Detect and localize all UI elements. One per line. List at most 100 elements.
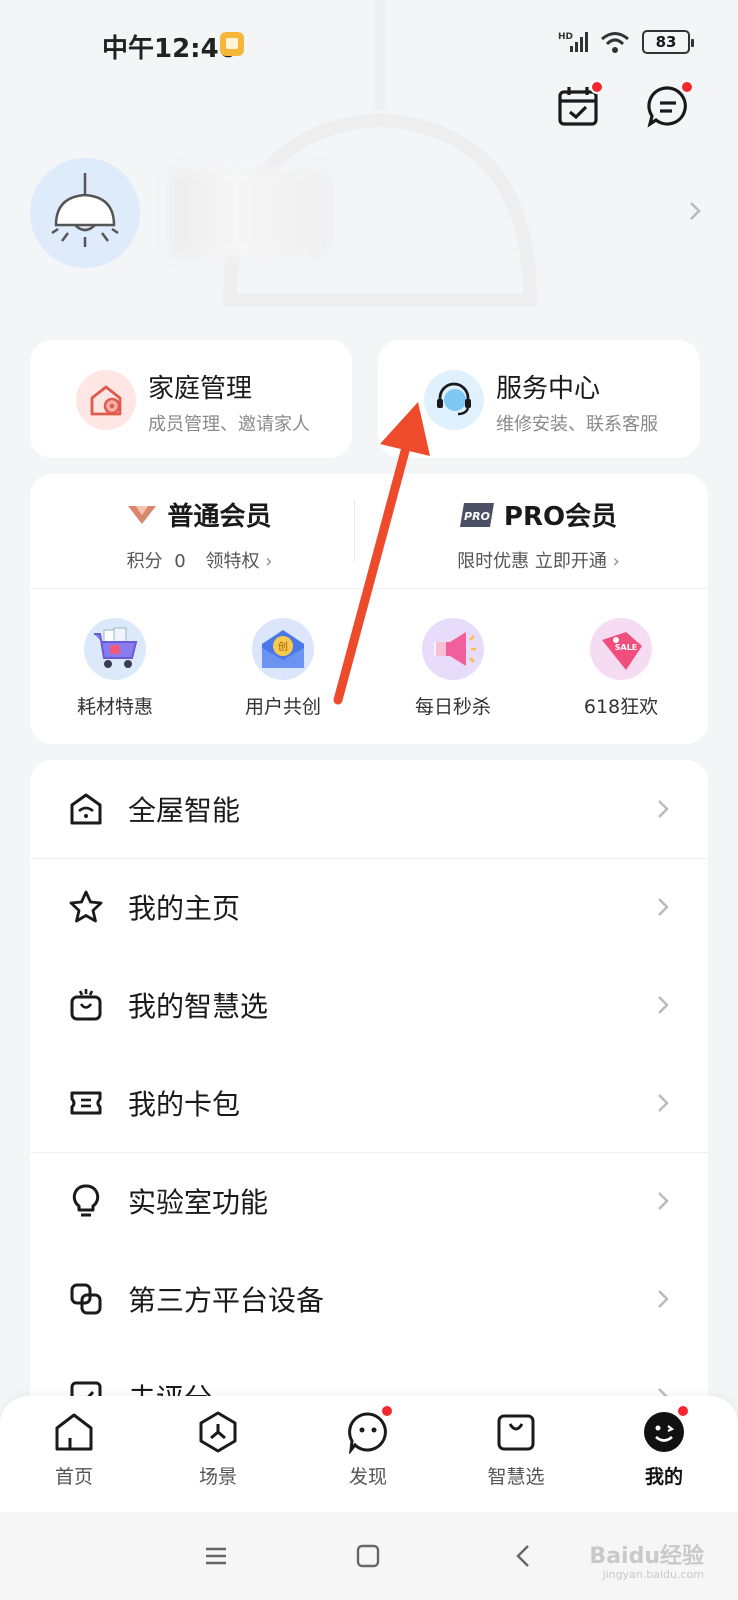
user-name-blurred: [170, 168, 330, 258]
perk-consumables-label: 耗材特惠: [76, 696, 153, 718]
chevron-right-icon: ›: [265, 551, 273, 572]
status-bar: 中午12:46 HD 83: [0, 0, 738, 86]
service-center-card[interactable]: 服务中心 维修安装、联系客服: [378, 340, 700, 458]
chevron-right-icon: ›: [612, 551, 620, 572]
tab-scenes[interactable]: 场景: [144, 1410, 292, 1489]
tab-scenes-label: 场景: [198, 1466, 237, 1488]
chevron-right-icon: [658, 1290, 669, 1308]
perk-consumables[interactable]: 耗材特惠: [30, 618, 200, 719]
battery-indicator: 83: [642, 30, 694, 54]
perk-flash-sale[interactable]: 每日秒杀: [368, 618, 538, 719]
headset-icon: [424, 370, 484, 430]
perk-co-creation-label: 用户共创: [244, 696, 321, 718]
tab-discover-label: 发现: [348, 1466, 387, 1488]
network-label: HD: [558, 32, 573, 42]
chevron-right-icon: [658, 996, 669, 1014]
avatar[interactable]: [30, 158, 140, 268]
menu-label: 我的智慧选: [128, 990, 269, 1023]
signal-icon: HD: [558, 32, 588, 52]
membership-separator: [30, 588, 708, 589]
pro-badge-text: PRO: [464, 510, 490, 523]
message-notification-dot: [680, 80, 694, 94]
membership-card: 普通会员 积分 0 领特权 › PRO PRO会员 限时优惠 立即开通 › 耗材…: [30, 474, 708, 744]
sale-tag-icon: SALE: [590, 618, 652, 680]
privilege-link[interactable]: 领特权: [205, 551, 259, 572]
pro-promo-link[interactable]: 限时优惠 立即开通: [457, 551, 607, 572]
tab-home[interactable]: 首页: [0, 1410, 148, 1489]
menu-item-whole-home[interactable]: 全屋智能: [30, 760, 708, 858]
menu-label: 全屋智能: [128, 794, 241, 827]
regular-member-title: 普通会员: [167, 502, 272, 532]
member-crown-icon: [128, 505, 157, 524]
pro-member-info: 限时优惠 立即开通 ›: [369, 547, 708, 573]
menu-item-homepage[interactable]: 我的主页: [30, 858, 708, 956]
service-center-title: 服务中心: [496, 374, 601, 404]
tab-smart-select[interactable]: 智慧选: [442, 1410, 590, 1489]
pro-membership[interactable]: PRO PRO会员 限时优惠 立即开通 ›: [369, 496, 708, 573]
membership-divider: [354, 500, 355, 562]
menu-label: 第三方平台设备: [128, 1284, 325, 1317]
menu-item-lab-features[interactable]: 实验室功能: [30, 1152, 708, 1250]
home-button-icon[interactable]: [354, 1542, 382, 1570]
menu-label: 我的卡包: [128, 1088, 241, 1121]
tab-profile-label: 我的: [644, 1466, 683, 1488]
menu-item-card-wallet[interactable]: 我的卡包: [30, 1054, 708, 1152]
family-management-card[interactable]: 家庭管理 成员管理、邀请家人: [30, 340, 352, 458]
perk-618-festival[interactable]: SALE 618狂欢: [536, 618, 706, 719]
messages-button[interactable]: [646, 80, 694, 128]
perk-co-creation[interactable]: 创 用户共创: [198, 618, 368, 719]
calendar-button[interactable]: [556, 80, 604, 128]
megaphone-icon: [422, 618, 484, 680]
ticket-icon: [70, 1091, 102, 1115]
pro-member-title: PRO会员: [503, 502, 618, 532]
profile-header[interactable]: [30, 158, 708, 268]
family-management-subtitle: 成员管理、邀请家人: [148, 414, 310, 435]
sale-badge: SALE: [615, 643, 638, 652]
lightbulb-icon: [72, 1184, 100, 1217]
perk-618-festival-label: 618狂欢: [583, 696, 659, 718]
watermark-url: jingyan.baidu.com: [602, 1568, 704, 1581]
star-icon: [69, 890, 103, 923]
chevron-right-icon: [658, 898, 669, 916]
menu-item-third-party[interactable]: 第三方平台设备: [30, 1250, 708, 1348]
calendar-notification-dot: [590, 80, 604, 94]
service-center-subtitle: 维修安装、联系客服: [496, 414, 658, 435]
envelope-icon: 创: [252, 618, 314, 680]
chevron-right-icon: [690, 202, 701, 220]
perk-flash-sale-label: 每日秒杀: [414, 696, 491, 718]
shopping-bag-icon: [70, 989, 102, 1021]
system-navigation-bar: Baidu经验 jingyan.baidu.com: [0, 1512, 738, 1600]
notification-app-icon: [220, 32, 244, 56]
co-creation-badge: 创: [278, 640, 288, 653]
bottom-tab-bar: 首页 场景 发现 智慧选 我的: [0, 1396, 738, 1512]
family-management-title: 家庭管理: [148, 374, 253, 404]
regular-membership[interactable]: 普通会员 积分 0 领特权 ›: [30, 496, 369, 573]
tab-discover[interactable]: 发现: [294, 1404, 442, 1489]
menu-icon[interactable]: [202, 1542, 230, 1570]
discover-notification-dot: [380, 1404, 394, 1418]
home-icon: [55, 1413, 93, 1451]
wifi-icon: [601, 32, 629, 53]
link-icon: [70, 1283, 102, 1315]
back-icon[interactable]: [510, 1542, 538, 1570]
points-value: 0: [174, 551, 186, 572]
menu-item-smart-select[interactable]: 我的智慧选: [30, 956, 708, 1054]
profile-notification-dot: [676, 1404, 690, 1418]
watermark: Baidu经验: [589, 1544, 704, 1569]
smart-home-icon: [70, 793, 102, 825]
shop-icon: [497, 1414, 535, 1451]
tab-profile[interactable]: 我的: [590, 1404, 738, 1489]
status-time: 中午12:46: [102, 34, 237, 64]
menu-label: 实验室功能: [128, 1186, 269, 1219]
tab-home-label: 首页: [54, 1466, 93, 1488]
chevron-right-icon: [658, 1192, 669, 1210]
chevron-right-icon: [658, 800, 669, 818]
status-indicators: HD 83: [558, 30, 694, 54]
scene-icon: [199, 1411, 237, 1453]
cart-icon: [84, 618, 146, 680]
regular-member-info: 积分 0 领特权 ›: [30, 547, 369, 573]
pro-badge-icon: PRO: [459, 502, 494, 527]
menu-label: 我的主页: [128, 892, 241, 925]
chevron-right-icon: [658, 1094, 669, 1112]
points-label: 积分: [126, 551, 163, 572]
